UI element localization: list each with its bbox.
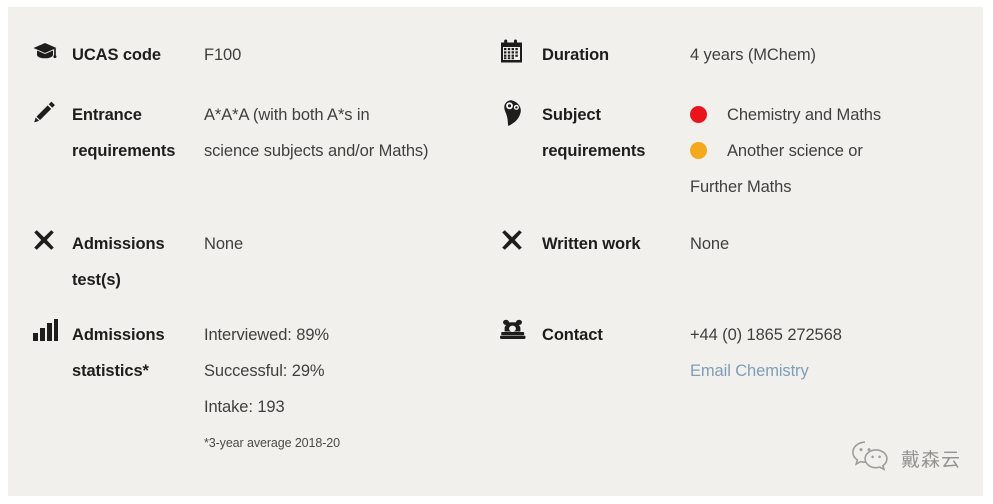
facts-grid: UCAS code F100 Entrance requirements A*A…: [8, 7, 983, 496]
fact-label-line1: Subject: [542, 106, 601, 124]
fact-label-line2: requirements: [542, 142, 646, 160]
subject-requirement-text: Another science or: [727, 142, 863, 160]
bullet-dot-amber-icon: [690, 142, 707, 159]
fact-value: Chemistry and Maths Another science or F…: [690, 97, 881, 205]
fact-label: Subject requirements: [542, 97, 690, 169]
duration-value: 4 years (MChem): [690, 46, 816, 64]
fact-contact: Contact +44 (0) 1865 272568 Email Chemis…: [500, 317, 842, 389]
calendar-icon: [500, 37, 542, 64]
fact-value: A*A*A (with both A*s in science subjects…: [204, 97, 429, 169]
fact-label-line1: Admissions: [72, 326, 165, 344]
admissions-tests-value: None: [204, 235, 244, 253]
fact-label-line2: statistics*: [72, 362, 149, 380]
wechat-icon: [850, 439, 892, 478]
fact-label: Written work: [542, 235, 641, 253]
fact-value: 4 years (MChem): [690, 37, 816, 73]
stat-footnote: *3-year average 2018-20: [204, 436, 340, 450]
fact-admissions-tests: Admissions test(s) None: [32, 226, 243, 298]
fact-written-work: Written work None: [500, 226, 729, 262]
fact-value: None: [690, 226, 729, 262]
screenshot-root: UCAS code F100 Entrance requirements A*A…: [0, 0, 993, 504]
fact-admissions-statistics: Admissions statistics* Interviewed: 89% …: [32, 317, 340, 458]
watermark-text: 戴森云: [900, 449, 961, 471]
stat-successful: Successful: 29%: [204, 362, 325, 380]
written-work-value: None: [690, 235, 730, 253]
subject-requirement-continuation: Further Maths: [690, 178, 792, 196]
email-chemistry-link[interactable]: Email Chemistry: [690, 362, 809, 380]
fact-label: Duration: [542, 46, 610, 64]
bar-chart-icon: [32, 317, 72, 343]
course-facts-panel: UCAS code F100 Entrance requirements A*A…: [8, 7, 983, 496]
fact-label-line1: Admissions: [72, 235, 165, 253]
bullet-dot-red-icon: [690, 106, 707, 123]
telephone-icon: [500, 317, 542, 341]
fact-entrance-requirements: Entrance requirements A*A*A (with both A…: [32, 97, 429, 169]
subject-requirement-item: Chemistry and Maths: [690, 97, 881, 133]
entrance-req-line1: A*A*A (with both A*s in: [204, 106, 370, 124]
fact-label: UCAS code: [72, 46, 161, 64]
subject-requirement-text: Chemistry and Maths: [727, 106, 881, 124]
fact-subject-requirements: Subject requirements Chemistry and Maths…: [500, 97, 881, 205]
contact-phone: +44 (0) 1865 272568: [690, 326, 842, 344]
graduation-cap-icon: [32, 37, 72, 65]
fact-label: Entrance requirements: [72, 97, 204, 169]
fact-value: F100: [204, 37, 241, 73]
fact-duration: Duration 4 years (MChem): [500, 37, 816, 73]
fact-label: Admissions test(s): [72, 226, 204, 298]
fact-value: None: [204, 226, 243, 262]
stat-intake: Intake: 193: [204, 398, 285, 416]
pencil-icon: [32, 97, 72, 125]
ucas-code-value: F100: [204, 46, 242, 64]
fact-label: Contact: [542, 326, 603, 344]
cross-icon: [500, 226, 542, 252]
watermark: 戴森云: [850, 439, 961, 478]
fact-label: Admissions statistics*: [72, 317, 204, 389]
fact-value: Interviewed: 89% Successful: 29% Intake:…: [204, 317, 340, 458]
fact-label-line2: requirements: [72, 142, 176, 160]
fact-label-line2: test(s): [72, 271, 121, 289]
fact-label-line1: Entrance: [72, 106, 142, 124]
subject-requirement-item: Another science or: [690, 133, 881, 169]
fact-value: +44 (0) 1865 272568 Email Chemistry: [690, 317, 842, 389]
entrance-req-line2: science subjects and/or Maths): [204, 142, 429, 160]
cross-icon: [32, 226, 72, 252]
brain-icon: [500, 97, 542, 126]
contact-email-line: Email Chemistry: [690, 353, 842, 389]
stat-interviewed: Interviewed: 89%: [204, 326, 329, 344]
fact-ucas-code: UCAS code F100: [32, 37, 241, 73]
